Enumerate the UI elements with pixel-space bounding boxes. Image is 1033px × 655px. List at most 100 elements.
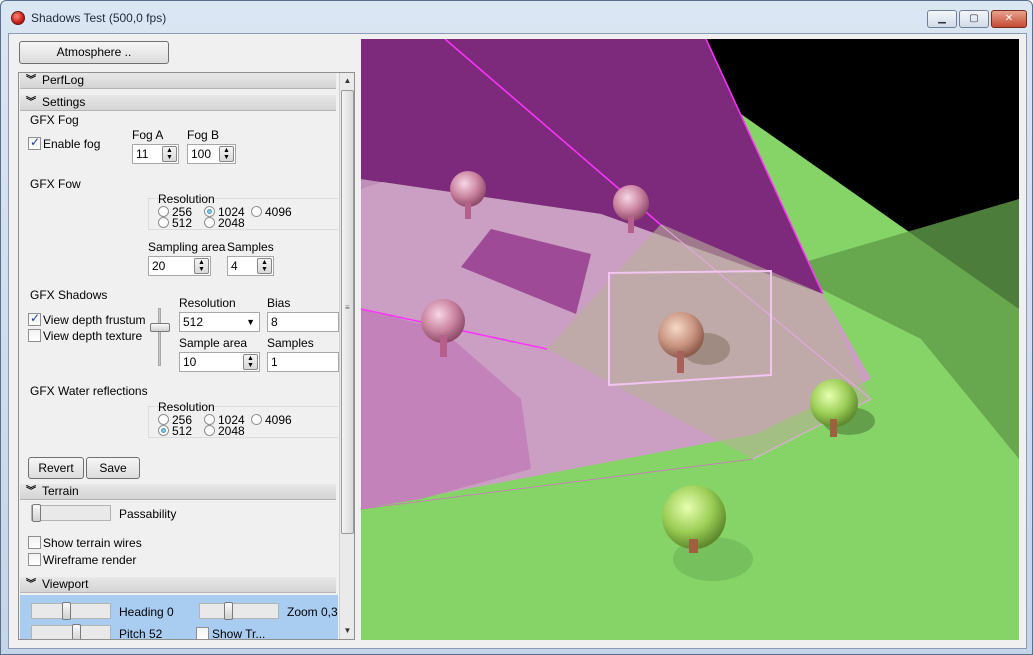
view-depth-frustum-label: View depth frustum	[43, 313, 146, 327]
shadows-resolution-combo[interactable]: 512 ▼	[179, 312, 260, 332]
section-header-viewport[interactable]: ︾ Viewport	[20, 577, 336, 593]
revert-button[interactable]: Revert	[28, 457, 84, 479]
fow-res-2048-label: 2048	[218, 216, 245, 230]
app-window: Shadows Test (500,0 fps) ▁ ▢ ✕ Atmospher…	[0, 0, 1033, 655]
shadows-bias-value: 8	[271, 315, 278, 329]
water-res-4096-radio[interactable]	[251, 414, 262, 425]
show-terrain-wires-label: Show terrain wires	[43, 536, 142, 550]
3d-viewport[interactable]	[361, 39, 1019, 640]
slider-thumb[interactable]	[32, 504, 41, 522]
view-depth-frustum-checkbox[interactable]	[28, 311, 41, 326]
shadows-group-title: GFX Shadows	[30, 288, 108, 302]
fow-sampling-area-label: Sampling area	[148, 240, 226, 254]
fog-a-spinbox[interactable]: 11 ▲ ▼	[132, 144, 179, 164]
passability-slider[interactable]	[31, 504, 111, 522]
show-terrain-wires-checkbox[interactable]	[28, 536, 41, 549]
slider-thumb[interactable]	[224, 602, 233, 620]
fow-samples-label: Samples	[227, 240, 274, 254]
minimize-button[interactable]: ▁	[927, 10, 957, 28]
panel-scrollbar[interactable]: ▲ ≡ ▼	[339, 73, 354, 639]
section-label: Viewport	[42, 577, 89, 591]
app-icon	[11, 11, 25, 25]
scroll-down-icon[interactable]: ▼	[340, 623, 354, 639]
enable-fog-label: Enable fog	[43, 137, 101, 151]
settings-panel: ︾ PerfLog ︾ Settings GFX Fog Enable fog …	[18, 72, 355, 640]
scene-render[interactable]	[361, 39, 1019, 640]
fow-samples-value: 4	[231, 259, 238, 273]
water-res-512-label: 512	[172, 424, 193, 438]
chevron-down-icon: ︾	[26, 486, 36, 497]
slider-thumb[interactable]	[150, 323, 170, 332]
shadows-sample-area-spinbox[interactable]: 10 ▲ ▼	[179, 352, 260, 372]
chevron-down-icon: ︾	[26, 75, 36, 86]
title-bar[interactable]: Shadows Test (500,0 fps) ▁ ▢ ✕	[1, 1, 1032, 35]
wireframe-render-checkbox[interactable]	[28, 553, 41, 566]
zoom-slider[interactable]	[199, 602, 279, 620]
shadows-sample-area-value: 10	[183, 355, 197, 369]
shadows-bias-label: Bias	[267, 296, 291, 310]
section-header-settings[interactable]: ︾ Settings	[20, 95, 336, 111]
fow-res-256-radio[interactable]	[158, 206, 169, 217]
heading-slider[interactable]	[31, 602, 111, 620]
section-header-terrain[interactable]: ︾ Terrain	[20, 484, 336, 500]
water-group-title: GFX Water reflections	[30, 384, 148, 398]
water-res-1024-radio[interactable]	[204, 414, 215, 425]
close-button[interactable]: ✕	[991, 10, 1027, 28]
water-res-512-radio[interactable]	[158, 425, 169, 436]
fog-b-spinbox[interactable]: 100 ▲ ▼	[187, 144, 236, 164]
fow-res-4096-label: 4096	[265, 205, 292, 219]
section-label: PerfLog	[42, 73, 85, 87]
fow-sampling-area-spinbox[interactable]: 20 ▲ ▼	[148, 256, 211, 276]
shadows-bias-spinbox[interactable]: 8	[267, 312, 339, 332]
passability-label: Passability	[119, 507, 177, 521]
close-icon: ✕	[1004, 13, 1014, 24]
heading-label: Heading 0	[119, 605, 174, 619]
viewport-controls: Heading 0 Zoom 0,3 Pitch 52 Show Tr...	[20, 595, 338, 639]
fow-group-title: GFX Fow	[30, 177, 81, 191]
shadows-vertical-slider[interactable]	[150, 308, 170, 366]
spin-arrows-icon[interactable]: ▲ ▼	[219, 146, 234, 162]
scroll-up-icon[interactable]: ▲	[340, 73, 354, 89]
client-area: Atmosphere .. ︾ PerfLog ︾ Settings GFX F…	[8, 33, 1027, 649]
minimize-icon: ▁	[938, 13, 946, 24]
fow-res-512-radio[interactable]	[158, 217, 169, 228]
water-res-2048-radio[interactable]	[204, 425, 215, 436]
spin-arrows-icon[interactable]: ▲ ▼	[162, 146, 177, 162]
fog-b-value: 100	[191, 147, 212, 161]
maximize-icon: ▢	[969, 13, 979, 24]
save-button[interactable]: Save	[86, 457, 140, 479]
water-res-256-radio[interactable]	[158, 414, 169, 425]
fow-res-4096-radio[interactable]	[251, 206, 262, 217]
spin-arrows-icon[interactable]: ▲ ▼	[257, 258, 272, 274]
spin-arrows-icon[interactable]: ▲ ▼	[243, 354, 258, 370]
atmosphere-button[interactable]: Atmosphere ..	[19, 41, 169, 64]
section-label: Settings	[42, 95, 86, 109]
fow-sampling-area-value: 20	[152, 259, 166, 273]
fog-a-label: Fog A	[132, 128, 164, 142]
shadows-sample-area-label: Sample area	[179, 336, 248, 350]
water-resolution-label: Resolution	[158, 400, 215, 414]
section-header-perflog[interactable]: ︾ PerfLog	[20, 73, 336, 89]
show-label: Show Tr...	[212, 627, 266, 640]
pitch-label: Pitch 52	[119, 627, 163, 640]
view-depth-texture-checkbox[interactable]	[28, 329, 41, 342]
show-checkbox[interactable]	[196, 627, 209, 639]
chevron-down-icon: ▼	[246, 317, 255, 327]
spin-arrows-icon[interactable]: ▲ ▼	[194, 258, 209, 274]
shadows-samples-spinbox[interactable]: 1	[267, 352, 339, 372]
fog-b-label: Fog B	[187, 128, 220, 142]
maximize-button[interactable]: ▢	[959, 10, 989, 28]
fow-resolution-label: Resolution	[158, 192, 215, 206]
fow-res-1024-radio[interactable]	[204, 206, 215, 217]
pitch-slider[interactable]	[31, 624, 111, 639]
fow-res-2048-radio[interactable]	[204, 217, 215, 228]
shadows-samples-label: Samples	[267, 336, 314, 350]
shadows-resolution-label: Resolution	[179, 296, 236, 310]
scrollbar-thumb[interactable]: ≡	[341, 90, 354, 534]
enable-fog-checkbox[interactable]	[28, 135, 41, 150]
fow-samples-spinbox[interactable]: 4 ▲ ▼	[227, 256, 274, 276]
slider-thumb[interactable]	[72, 624, 81, 639]
window-title: Shadows Test (500,0 fps)	[31, 11, 167, 25]
fog-group-title: GFX Fog	[30, 113, 79, 127]
slider-thumb[interactable]	[62, 602, 71, 620]
